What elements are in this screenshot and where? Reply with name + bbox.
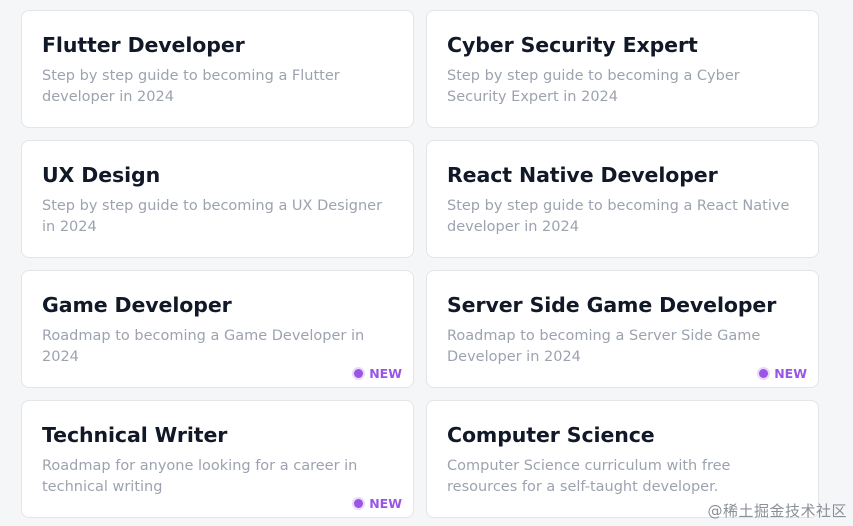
new-badge: NEW <box>354 496 402 511</box>
dot-icon <box>354 369 364 378</box>
dot-icon <box>759 369 769 378</box>
badge-label: NEW <box>369 496 402 511</box>
roadmap-card-technical-writer[interactable]: Technical Writer Roadmap for anyone look… <box>21 400 414 518</box>
roadmap-card-server-side-game-developer[interactable]: Server Side Game Developer Roadmap to be… <box>426 270 819 388</box>
dot-icon <box>354 499 364 508</box>
card-title: Flutter Developer <box>42 33 245 57</box>
card-description: Step by step guide to becoming a Flutter… <box>42 68 340 105</box>
card-title: Computer Science <box>447 423 655 447</box>
card-title: Technical Writer <box>42 423 228 447</box>
card-title: UX Design <box>42 163 161 187</box>
roadmap-card-game-developer[interactable]: Game Developer Roadmap to becoming a Gam… <box>21 270 414 388</box>
roadmap-card-cyber-security-expert[interactable]: Cyber Security Expert Step by step guide… <box>426 10 819 128</box>
new-badge: NEW <box>354 366 402 381</box>
card-title: Game Developer <box>42 293 232 317</box>
card-title: Cyber Security Expert <box>447 33 698 57</box>
watermark: @稀土掘金技术社区 <box>707 502 847 520</box>
badge-label: NEW <box>774 366 807 381</box>
new-badge: NEW <box>759 366 807 381</box>
card-description: Computer Science curriculum with free re… <box>447 458 731 495</box>
roadmap-card-ux-design[interactable]: UX Design Step by step guide to becoming… <box>21 140 414 258</box>
card-title: React Native Developer <box>447 163 718 187</box>
card-description: Roadmap for anyone looking for a career … <box>42 458 358 495</box>
roadmap-card-grid: Flutter Developer Step by step guide to … <box>21 10 819 518</box>
card-description: Step by step guide to becoming a Cyber S… <box>447 68 740 105</box>
card-description: Roadmap to becoming a Server Side Game D… <box>447 328 761 365</box>
card-description: Step by step guide to becoming a UX Desi… <box>42 198 383 235</box>
card-description: Step by step guide to becoming a React N… <box>447 198 790 235</box>
badge-label: NEW <box>369 366 402 381</box>
roadmap-card-flutter-developer[interactable]: Flutter Developer Step by step guide to … <box>21 10 414 128</box>
roadmap-card-react-native-developer[interactable]: React Native Developer Step by step guid… <box>426 140 819 258</box>
card-description: Roadmap to becoming a Game Developer in … <box>42 328 365 365</box>
card-title: Server Side Game Developer <box>447 293 777 317</box>
